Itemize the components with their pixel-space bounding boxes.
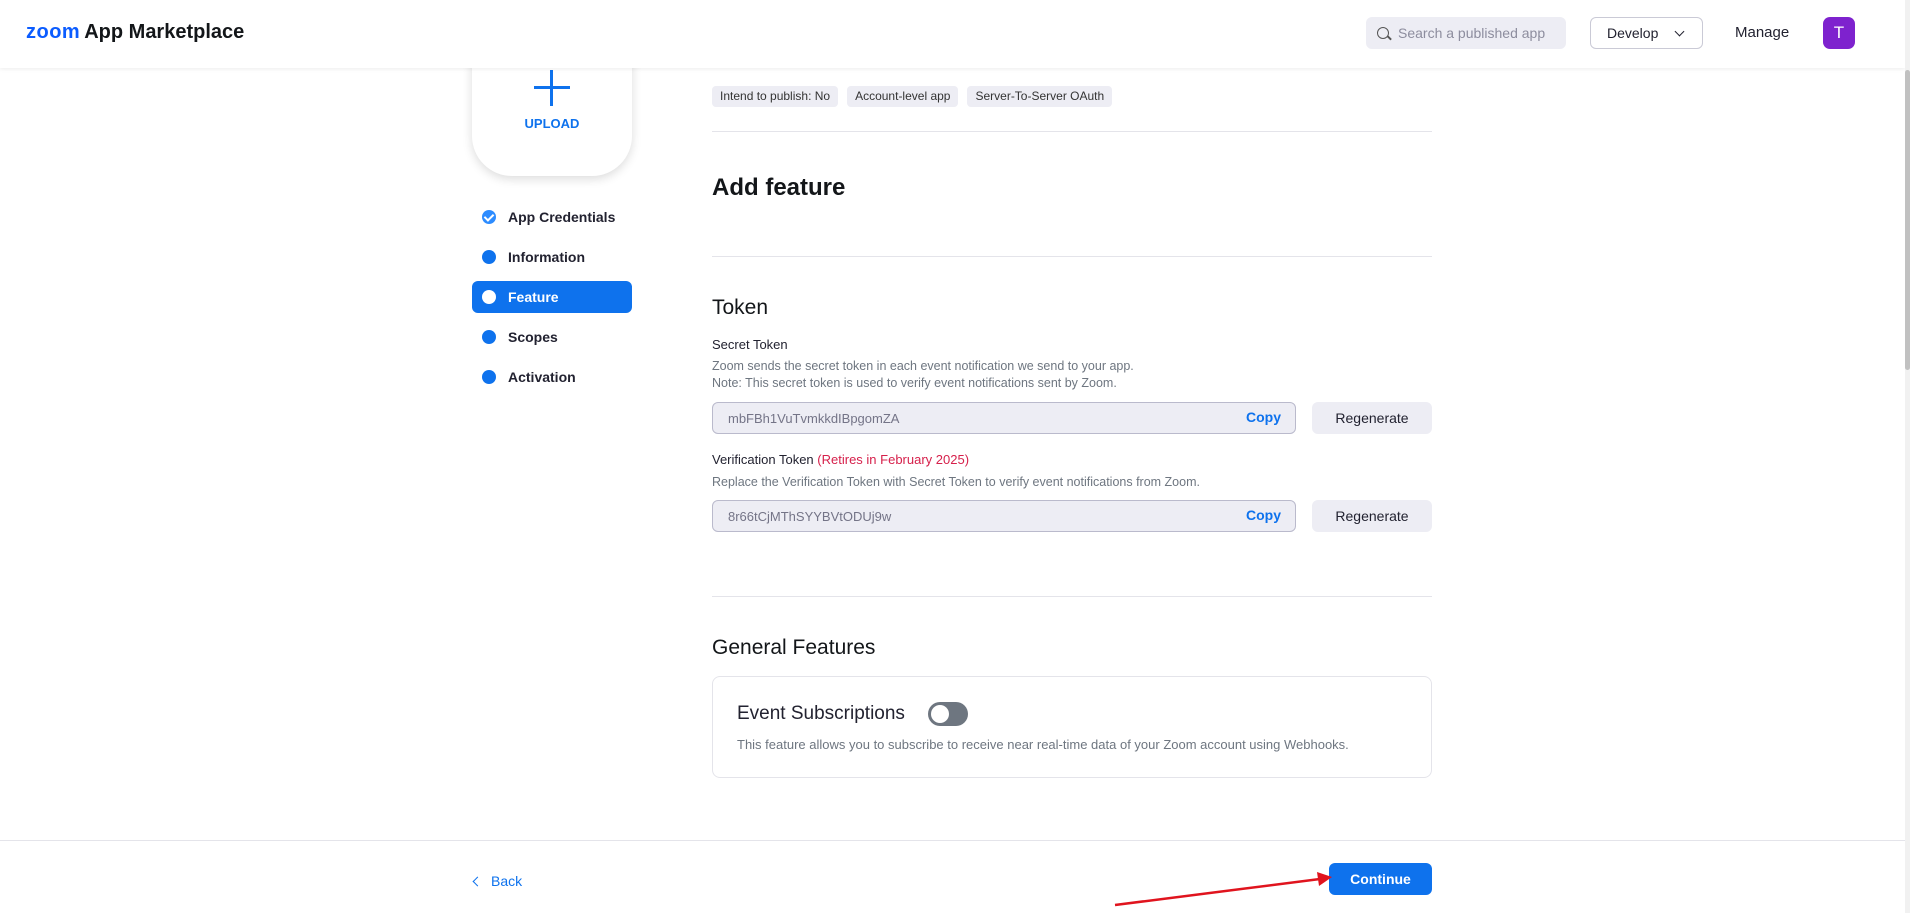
plus-icon [534,70,570,106]
chevron-left-icon [472,876,483,886]
sidebar-item-activation[interactable]: Activation [472,361,632,393]
footer-bar: Back Continue [0,840,1905,913]
page-title: Add feature [712,174,846,201]
zoom-logo: zoom [26,21,81,43]
toggle-knob [931,705,949,723]
page: test UPLOAD Intend to publish: No Accoun… [0,0,1910,913]
continue-button[interactable]: Continue [1329,863,1432,895]
secret-token-description: Zoom sends the secret token in each even… [712,359,1134,390]
sidebar-item-label: Scopes [508,329,558,345]
copy-verification-token-button[interactable]: Copy [1246,507,1281,523]
avatar[interactable]: T [1823,17,1855,49]
marketplace-label: App Marketplace [84,21,245,43]
step-dot-icon [482,290,496,304]
copy-secret-token-button[interactable]: Copy [1246,409,1281,425]
divider [712,131,1432,132]
verification-token-field[interactable]: 8r66tCjMThSYYBVtODUj9w Copy [712,500,1296,532]
scrollbar-thumb[interactable] [1905,70,1910,370]
vertical-scrollbar[interactable] [1905,0,1910,913]
app-tags: Intend to publish: No Account-level app … [712,86,1113,107]
event-subscriptions-card: Event Subscriptions This feature allows … [712,676,1432,778]
divider [712,596,1432,597]
sidebar-item-app-credentials[interactable]: App Credentials [472,201,632,233]
sidebar-item-label: Information [508,249,585,265]
check-circle-icon [482,210,496,224]
step-dot-icon [482,250,496,264]
divider [712,256,1432,257]
chevron-down-icon [1674,26,1685,37]
retire-warning: (Retires in February 2025) [817,452,970,467]
verification-token-description: Replace the Verification Token with Secr… [712,475,1200,489]
verification-token-label: Verification Token (Retires in February … [712,452,970,467]
token-heading: Token [712,296,769,319]
develop-dropdown[interactable]: Develop [1590,17,1703,49]
event-subscriptions-title: Event Subscriptions [737,703,905,724]
zoom-marketplace-logo[interactable]: zoom App Marketplace [26,21,244,44]
top-header: zoom App Marketplace Search a published a… [0,0,1905,68]
sidebar-item-label: Activation [508,369,576,385]
sidebar-item-label: App Credentials [508,209,616,225]
tag-oauth-type: Server-To-Server OAuth [967,86,1113,107]
sidebar-item-label: Feature [508,289,559,305]
sidebar-item-information[interactable]: Information [472,241,632,273]
sidebar-nav: App Credentials Information Feature Scop… [472,201,632,401]
verification-token-value: 8r66tCjMThSYYBVtODUj9w [728,509,892,524]
general-features-heading: General Features [712,636,876,659]
secret-token-field[interactable]: mbFBh1VuTvmkkdIBpgomZA Copy [712,402,1296,434]
regenerate-verification-token-button[interactable]: Regenerate [1312,500,1432,532]
search-icon [1377,27,1389,39]
back-button[interactable]: Back [472,873,523,889]
event-subscriptions-description: This feature allows you to subscribe to … [737,737,1349,752]
search-placeholder: Search a published app [1398,25,1546,41]
upload-label: UPLOAD [524,116,580,131]
regenerate-secret-token-button[interactable]: Regenerate [1312,402,1432,434]
develop-label: Develop [1607,25,1659,41]
back-label: Back [491,873,523,889]
secret-token-label: Secret Token [712,337,788,352]
tag-account-level: Account-level app [847,86,959,107]
step-dot-icon [482,370,496,384]
sidebar-item-feature[interactable]: Feature [472,281,632,313]
tag-publish: Intend to publish: No [712,86,839,107]
event-subscriptions-toggle[interactable] [928,702,968,726]
manage-link[interactable]: Manage [1735,24,1789,41]
search-input[interactable]: Search a published app [1366,17,1566,49]
sidebar-item-scopes[interactable]: Scopes [472,321,632,353]
secret-token-value: mbFBh1VuTvmkkdIBpgomZA [728,411,900,426]
step-dot-icon [482,330,496,344]
